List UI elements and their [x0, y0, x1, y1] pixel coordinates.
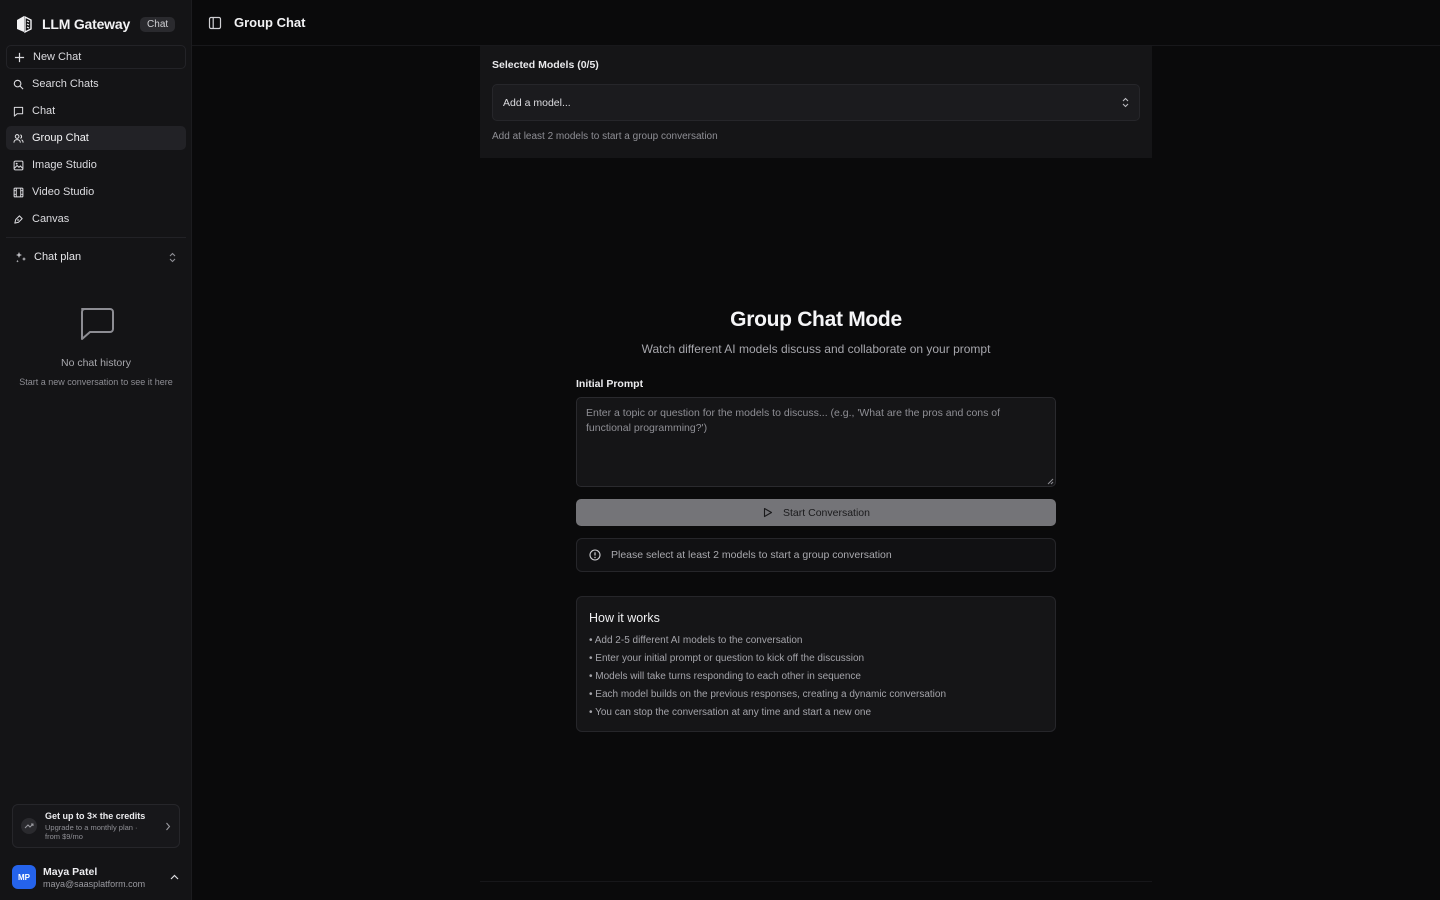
- start-conversation-label: Start Conversation: [783, 506, 870, 519]
- chevron-right-icon: [166, 822, 171, 830]
- initial-prompt-input[interactable]: [576, 397, 1056, 487]
- sidebar-item-group-chat[interactable]: Group Chat: [6, 126, 186, 150]
- how-it-works-item: • Add 2-5 different AI models to the con…: [589, 635, 803, 646]
- initial-prompt-label: Initial Prompt: [576, 378, 644, 390]
- empty-title: No chat history: [60, 357, 132, 369]
- sidebar-item-label: Chat: [32, 105, 56, 117]
- chevrons-up-down-icon: [1122, 97, 1129, 108]
- brand-badge: Chat: [140, 16, 176, 32]
- upgrade-subtitle: Upgrade to a monthly plan · from $9/mo: [45, 823, 138, 841]
- gateway-logo-icon: [14, 14, 34, 34]
- user-name: Maya Patel: [43, 865, 98, 878]
- how-it-works-card: How it works • Add 2-5 different AI mode…: [576, 596, 1056, 732]
- film-icon: [13, 187, 24, 197]
- search-icon: [13, 79, 24, 89]
- how-it-works-item: • You can stop the conversation at any t…: [589, 707, 872, 718]
- user-menu[interactable]: MP Maya Patel maya@saasplatform.com: [12, 864, 182, 890]
- select-models-alert: Please select at least 2 models to start…: [576, 538, 1056, 572]
- sidebar-toggle-icon[interactable]: [208, 16, 222, 30]
- sidebar: LLM Gateway Chat New Chat Search Chats C…: [0, 0, 192, 900]
- user-email: maya@saasplatform.com: [43, 878, 146, 889]
- page-title: Group Chat: [234, 15, 306, 30]
- group-chat-mode-subtitle: Watch different AI models discuss and co…: [641, 342, 991, 356]
- models-hint: Add at least 2 models to start a group c…: [492, 131, 718, 142]
- sparkles-icon: [16, 252, 26, 263]
- sidebar-item-new-chat[interactable]: New Chat: [6, 45, 186, 69]
- play-icon: [763, 507, 773, 518]
- users-icon: [13, 133, 24, 143]
- brand-name: LLM Gateway: [42, 16, 131, 32]
- add-model-placeholder: Add a model...: [503, 96, 571, 109]
- avatar: MP: [12, 865, 36, 889]
- chat-history-empty: No chat history Start a new conversation…: [0, 306, 192, 387]
- sidebar-item-label: Group Chat: [32, 132, 89, 144]
- resize-handle-icon[interactable]: [1046, 477, 1054, 485]
- selected-models-panel: Selected Models (0/5) Add a model... Add…: [480, 46, 1152, 158]
- sidebar-item-label: Image Studio: [32, 159, 97, 171]
- chat-plan-selector[interactable]: Chat plan: [9, 246, 183, 268]
- how-it-works-item: • Models will take turns responding to e…: [589, 671, 861, 682]
- image-icon: [13, 160, 24, 170]
- top-bar: Group Chat: [192, 0, 1440, 46]
- chevron-up-icon: [170, 874, 179, 880]
- sidebar-item-search-chats[interactable]: Search Chats: [6, 72, 186, 96]
- add-model-select[interactable]: Add a model...: [492, 84, 1140, 121]
- empty-subtitle: Start a new conversation to see it here: [19, 377, 173, 387]
- brand[interactable]: LLM Gateway Chat: [14, 13, 176, 35]
- chevrons-up-down-icon: [169, 252, 176, 262]
- sidebar-divider: [6, 237, 186, 238]
- selected-models-label: Selected Models (0/5): [492, 59, 599, 71]
- bottom-divider: [480, 881, 1152, 882]
- sidebar-item-image-studio[interactable]: Image Studio: [6, 153, 186, 177]
- sidebar-item-label: New Chat: [33, 51, 82, 63]
- how-it-works-item: • Each model builds on the previous resp…: [589, 689, 947, 700]
- alert-text: Please select at least 2 models to start…: [611, 549, 892, 561]
- sidebar-item-label: Canvas: [32, 213, 70, 225]
- info-circle-icon: [589, 549, 601, 561]
- start-conversation-button[interactable]: Start Conversation: [576, 499, 1056, 526]
- sidebar-item-label: Search Chats: [32, 78, 99, 90]
- sidebar-item-label: Video Studio: [32, 186, 95, 198]
- sidebar-item-video-studio[interactable]: Video Studio: [6, 180, 186, 204]
- sidebar-item-canvas[interactable]: Canvas: [6, 207, 186, 231]
- trending-up-icon: [21, 818, 37, 834]
- upgrade-title: Get up to 3× the credits: [45, 811, 146, 821]
- group-chat-mode-title: Group Chat Mode: [730, 308, 902, 331]
- upgrade-card[interactable]: Get up to 3× the credits Upgrade to a mo…: [12, 804, 180, 848]
- chat-plan-label: Chat plan: [34, 251, 82, 263]
- plus-icon: [14, 52, 25, 62]
- how-it-works-title: How it works: [589, 611, 660, 625]
- how-it-works-item: • Enter your initial prompt or question …: [589, 653, 865, 664]
- sidebar-item-chat[interactable]: Chat: [6, 99, 186, 123]
- message-square-icon: [81, 308, 114, 340]
- message-square-icon: [13, 106, 24, 117]
- sidebar-nav: New Chat Search Chats Chat Group Chat Im…: [6, 45, 186, 234]
- pen-tool-icon: [14, 214, 23, 224]
